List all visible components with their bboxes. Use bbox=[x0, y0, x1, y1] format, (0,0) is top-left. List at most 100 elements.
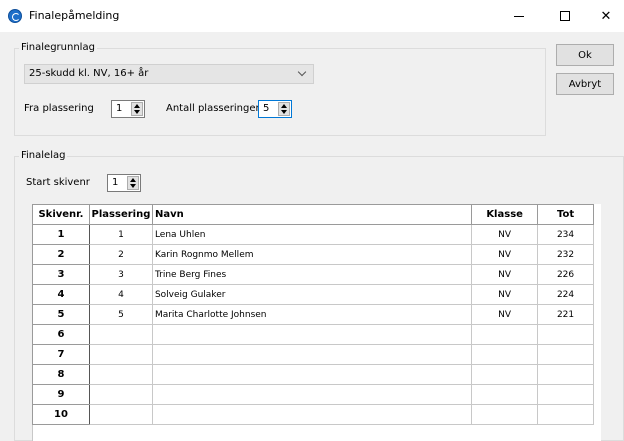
title-bar: Finalepåmelding ✕ bbox=[0, 0, 624, 32]
cell-tot[interactable]: 224 bbox=[537, 284, 594, 305]
cell-klasse[interactable]: NV bbox=[471, 244, 539, 265]
cell-navn[interactable] bbox=[151, 344, 473, 365]
cell-skivenr[interactable]: 9 bbox=[32, 384, 90, 405]
cell-skivenr[interactable]: 8 bbox=[32, 364, 90, 385]
cell-plassering[interactable] bbox=[88, 344, 153, 365]
cell-klasse[interactable] bbox=[471, 364, 539, 385]
cell-navn[interactable] bbox=[151, 364, 473, 385]
cell-navn[interactable] bbox=[151, 324, 473, 345]
avbryt-button[interactable]: Avbryt bbox=[556, 73, 614, 95]
cell-plassering[interactable]: 5 bbox=[88, 304, 153, 325]
app-icon bbox=[8, 9, 22, 23]
cell-skivenr[interactable]: 5 bbox=[32, 304, 90, 325]
cell-plassering[interactable]: 3 bbox=[88, 264, 153, 285]
arrow-up-icon bbox=[281, 104, 287, 108]
cell-plassering[interactable] bbox=[88, 324, 153, 345]
arrow-down-icon bbox=[281, 110, 287, 114]
cell-tot[interactable] bbox=[537, 404, 594, 425]
cell-klasse[interactable] bbox=[471, 344, 539, 365]
close-button[interactable]: ✕ bbox=[588, 0, 624, 32]
spinner-arrows[interactable] bbox=[127, 176, 139, 190]
table-row[interactable]: 1 1 Lena Uhlen NV 234 bbox=[32, 224, 594, 245]
column-header-plassering[interactable]: Plassering bbox=[88, 204, 153, 225]
cell-tot[interactable] bbox=[537, 364, 594, 385]
table-row[interactable]: 5 5 Marita Charlotte Johnsen NV 221 bbox=[32, 304, 594, 325]
cell-klasse[interactable]: NV bbox=[471, 224, 539, 245]
column-header-tot[interactable]: Tot bbox=[537, 204, 594, 225]
maximize-button[interactable] bbox=[542, 0, 588, 32]
table-row[interactable]: 6 bbox=[32, 324, 594, 345]
minimize-icon bbox=[514, 15, 524, 17]
cell-plassering[interactable]: 1 bbox=[88, 224, 153, 245]
finalegrunnlag-legend: Finalegrunnlag bbox=[19, 42, 97, 53]
finalelag-legend: Finalelag bbox=[19, 150, 68, 161]
cell-skivenr[interactable]: 4 bbox=[32, 284, 90, 305]
fra-plassering-spinner[interactable]: 1 bbox=[111, 100, 145, 118]
fra-plassering-value: 1 bbox=[116, 103, 123, 114]
antall-plasseringer-label: Antall plasseringer bbox=[166, 103, 260, 114]
spinner-arrows[interactable] bbox=[278, 102, 290, 116]
cell-klasse[interactable]: NV bbox=[471, 284, 539, 305]
finalelag-table: Skivenr. Plassering Navn Klasse Tot 1 1 Le… bbox=[32, 204, 594, 425]
cell-tot[interactable]: 234 bbox=[537, 224, 594, 245]
table-row[interactable]: 3 3 Trine Berg Fines NV 226 bbox=[32, 264, 594, 285]
cell-plassering[interactable] bbox=[88, 364, 153, 385]
maximize-icon bbox=[560, 11, 570, 21]
cell-klasse[interactable] bbox=[471, 404, 539, 425]
cell-tot[interactable] bbox=[537, 344, 594, 365]
cell-tot[interactable]: 221 bbox=[537, 304, 594, 325]
cell-navn[interactable]: Karin Rognmo Mellem bbox=[151, 244, 473, 265]
cell-plassering[interactable] bbox=[88, 404, 153, 425]
cell-plassering[interactable] bbox=[88, 384, 153, 405]
cell-klasse[interactable]: NV bbox=[471, 264, 539, 285]
cell-klasse[interactable] bbox=[471, 324, 539, 345]
cell-plassering[interactable]: 4 bbox=[88, 284, 153, 305]
spinner-arrows[interactable] bbox=[131, 102, 143, 116]
table-row[interactable]: 4 4 Solveig Gulaker NV 224 bbox=[32, 284, 594, 305]
cell-navn[interactable]: Marita Charlotte Johnsen bbox=[151, 304, 473, 325]
window-title: Finalepåmelding bbox=[29, 9, 120, 22]
cell-skivenr[interactable]: 1 bbox=[32, 224, 90, 245]
antall-plasseringer-spinner[interactable]: 5 bbox=[258, 100, 292, 118]
cell-navn[interactable]: Trine Berg Fines bbox=[151, 264, 473, 285]
cell-navn[interactable] bbox=[151, 384, 473, 405]
start-skivenr-label: Start skivenr bbox=[26, 177, 90, 188]
table-row[interactable]: 2 2 Karin Rognmo Mellem NV 232 bbox=[32, 244, 594, 265]
cell-klasse[interactable]: NV bbox=[471, 304, 539, 325]
table-row[interactable]: 10 bbox=[32, 404, 594, 425]
cell-navn[interactable] bbox=[151, 404, 473, 425]
arrow-up-icon bbox=[130, 178, 136, 182]
ok-button[interactable]: Ok bbox=[556, 44, 614, 66]
antall-plasseringer-value: 5 bbox=[263, 103, 270, 114]
cell-skivenr[interactable]: 2 bbox=[32, 244, 90, 265]
column-header-navn[interactable]: Navn bbox=[151, 204, 473, 225]
cell-skivenr[interactable]: 7 bbox=[32, 344, 90, 365]
start-skivenr-value: 1 bbox=[112, 177, 119, 188]
table-row[interactable]: 7 bbox=[32, 344, 594, 365]
table-header-row: Skivenr. Plassering Navn Klasse Tot bbox=[32, 204, 594, 225]
start-skivenr-spinner[interactable]: 1 bbox=[107, 174, 141, 192]
cell-klasse[interactable] bbox=[471, 384, 539, 405]
column-header-skivenr[interactable]: Skivenr. bbox=[32, 204, 90, 225]
fra-plassering-label: Fra plassering bbox=[24, 103, 94, 114]
cell-tot[interactable] bbox=[537, 384, 594, 405]
class-dropdown[interactable]: 25-skudd kl. NV, 16+ år bbox=[24, 64, 314, 84]
cell-navn[interactable]: Lena Uhlen bbox=[151, 224, 473, 245]
cell-plassering[interactable]: 2 bbox=[88, 244, 153, 265]
column-header-klasse[interactable]: Klasse bbox=[471, 204, 539, 225]
table-row[interactable]: 8 bbox=[32, 364, 594, 385]
arrow-down-icon bbox=[130, 184, 136, 188]
cell-navn[interactable]: Solveig Gulaker bbox=[151, 284, 473, 305]
table-row[interactable]: 9 bbox=[32, 384, 594, 405]
close-icon: ✕ bbox=[600, 8, 612, 24]
cell-skivenr[interactable]: 3 bbox=[32, 264, 90, 285]
minimize-button[interactable] bbox=[496, 0, 542, 32]
cell-skivenr[interactable]: 6 bbox=[32, 324, 90, 345]
arrow-up-icon bbox=[134, 104, 140, 108]
arrow-down-icon bbox=[134, 110, 140, 114]
cell-tot[interactable] bbox=[537, 324, 594, 345]
finalegrunnlag-group: Finalegrunnlag 25-skudd kl. NV, 16+ år F… bbox=[14, 42, 546, 136]
cell-tot[interactable]: 226 bbox=[537, 264, 594, 285]
cell-skivenr[interactable]: 10 bbox=[32, 404, 90, 425]
cell-tot[interactable]: 232 bbox=[537, 244, 594, 265]
